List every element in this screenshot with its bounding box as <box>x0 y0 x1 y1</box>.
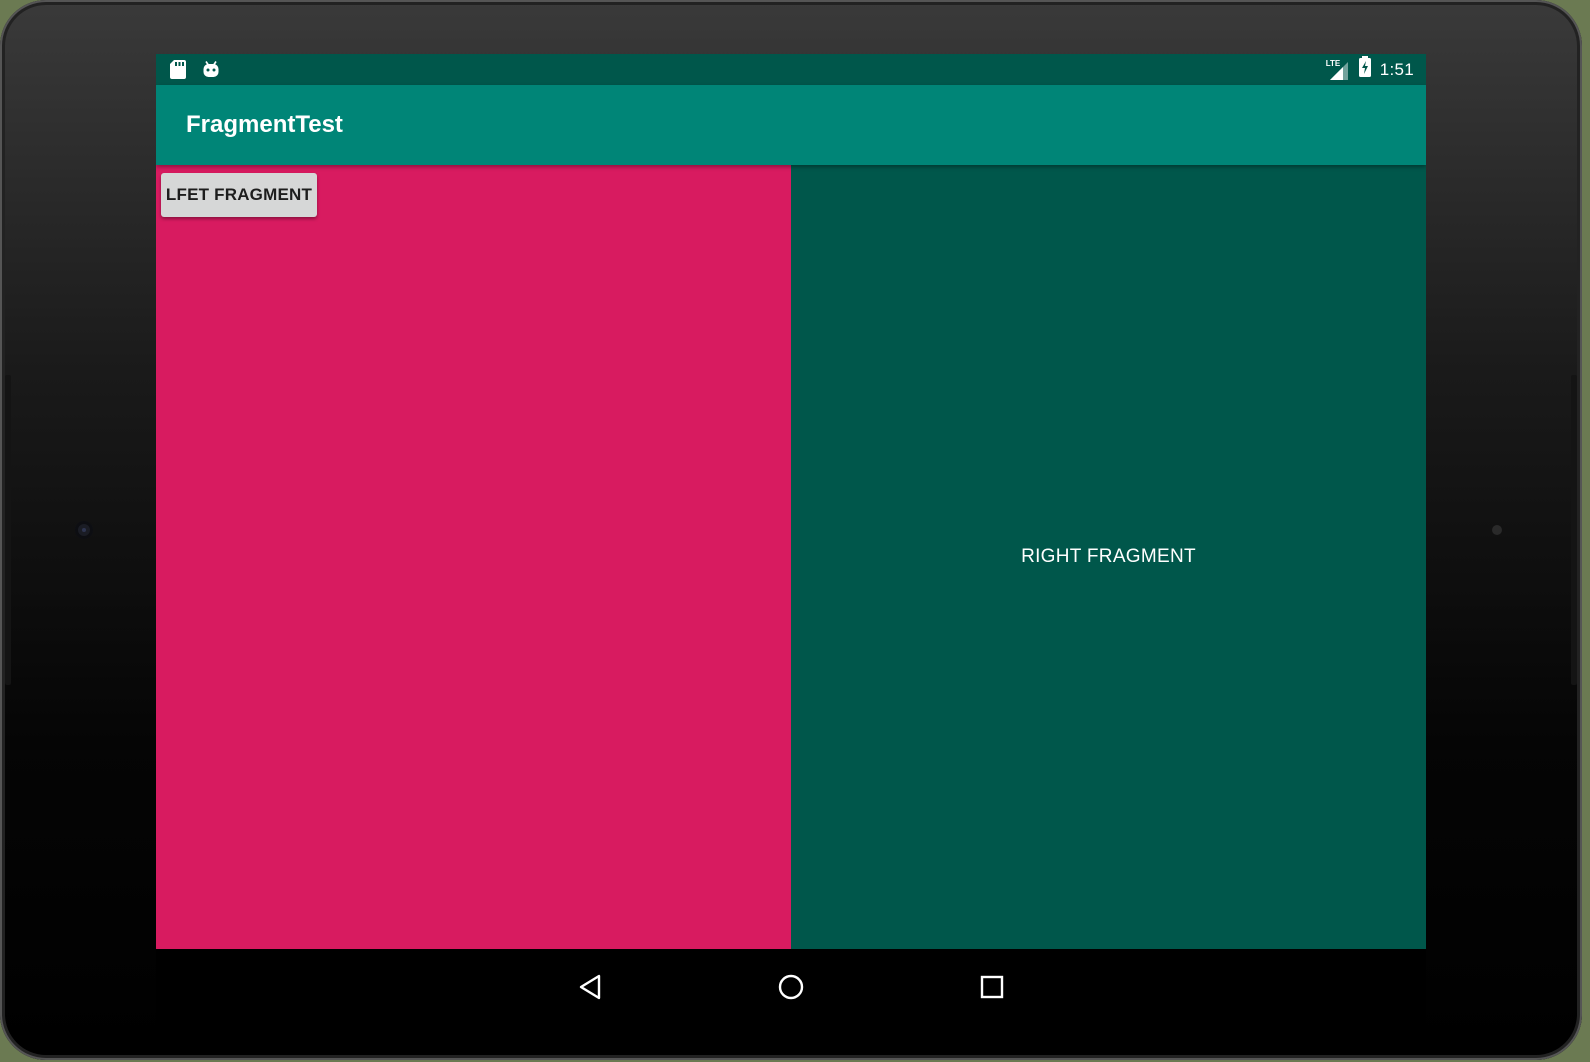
status-notification-icons <box>170 60 220 84</box>
device-screen: LTE 1:51 FragmentTest LFET FRAGMENT RIGH… <box>156 54 1426 1030</box>
nav-home-button[interactable] <box>769 965 813 1009</box>
nav-back-button[interactable] <box>569 965 613 1009</box>
status-system-icons: LTE 1:51 <box>1326 54 1414 85</box>
android-icon <box>202 61 220 83</box>
sd-card-icon <box>170 60 186 84</box>
device-side-button-right <box>1571 375 1577 685</box>
back-icon <box>579 974 601 1000</box>
right-fragment-label: RIGHT FRAGMENT <box>1021 546 1196 567</box>
tablet-device-frame: LTE 1:51 FragmentTest LFET FRAGMENT RIGH… <box>0 0 1582 1060</box>
status-clock: 1:51 <box>1379 59 1414 79</box>
left-fragment: LFET FRAGMENT <box>156 165 791 949</box>
main-content: LFET FRAGMENT RIGHT FRAGMENT <box>156 165 1426 949</box>
right-fragment: RIGHT FRAGMENT <box>791 165 1426 949</box>
app-title: FragmentTest <box>186 111 343 138</box>
signal-icon: LTE <box>1326 59 1350 81</box>
left-fragment-button[interactable]: LFET FRAGMENT <box>161 173 317 217</box>
navigation-bar <box>156 949 1426 1030</box>
light-sensor-icon <box>1492 525 1502 535</box>
app-toolbar: FragmentTest <box>156 85 1426 165</box>
nav-recents-button[interactable] <box>970 965 1014 1009</box>
status-bar: LTE 1:51 <box>156 54 1426 85</box>
device-side-button-left <box>5 375 11 685</box>
front-camera-icon <box>75 521 93 539</box>
home-icon <box>778 974 804 1000</box>
battery-icon <box>1358 56 1372 83</box>
recents-icon <box>980 975 1004 999</box>
